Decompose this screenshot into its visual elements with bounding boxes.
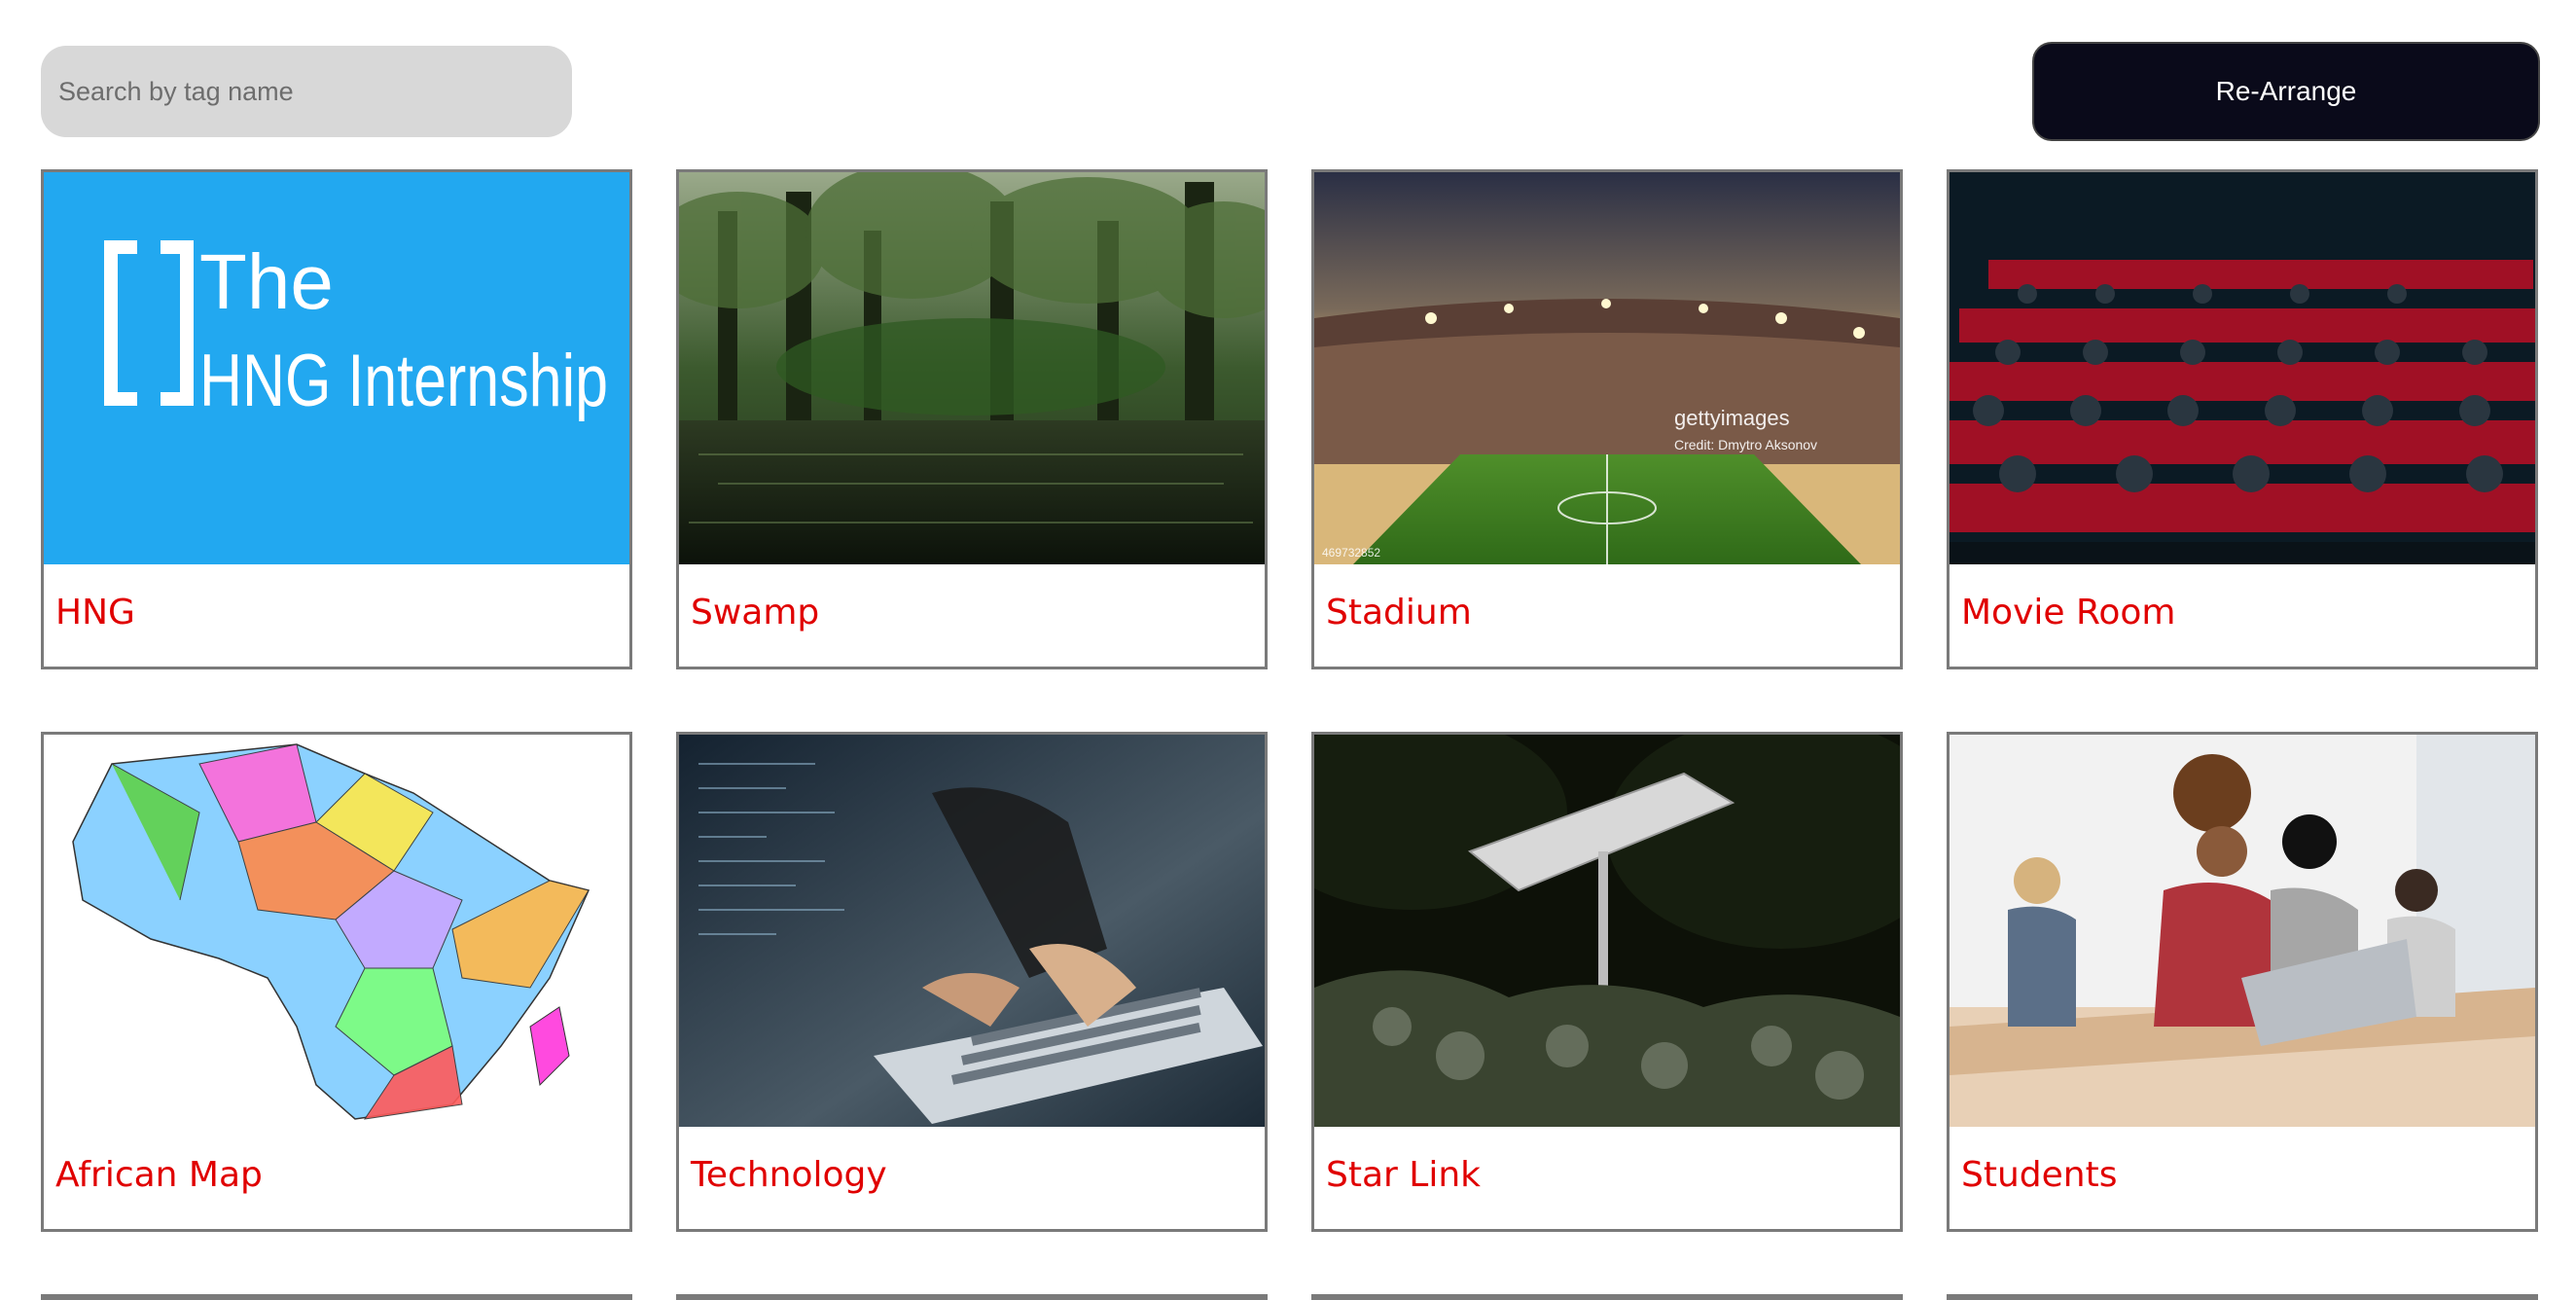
gallery-card[interactable]: gettyimages Credit: Dmytro Aksonov 46973… — [1311, 169, 1903, 669]
gallery-card[interactable] — [1947, 1294, 2538, 1300]
hng-logo-image: The HNG Internship — [44, 172, 629, 564]
gallery-card[interactable]: Star Link — [1311, 732, 1903, 1232]
african-map-image — [44, 735, 629, 1127]
movie-room-image — [1950, 172, 2535, 564]
card-label: Technology — [691, 1155, 887, 1195]
gallery-card[interactable]: Movie Room — [1947, 169, 2538, 669]
technology-image — [679, 735, 1265, 1127]
swamp-image — [679, 172, 1265, 564]
gallery-card[interactable]: African Map — [41, 732, 632, 1232]
card-label: Students — [1961, 1155, 2118, 1195]
gallery-card[interactable]: Technology — [676, 732, 1268, 1232]
watermark-brand: gettyimages — [1674, 406, 1790, 430]
gallery-page: Re-Arrange The HNG Internship HNG — [0, 0, 2576, 1300]
stadium-image: gettyimages Credit: Dmytro Aksonov 46973… — [1314, 172, 1900, 564]
star-link-image — [1314, 735, 1900, 1127]
card-label: Stadium — [1326, 593, 1472, 632]
gallery-card[interactable]: Students — [1947, 732, 2538, 1232]
students-image — [1950, 735, 2535, 1127]
card-label: Movie Room — [1961, 593, 2176, 632]
gallery-card[interactable] — [676, 1294, 1268, 1300]
gallery-card[interactable] — [1311, 1294, 1903, 1300]
card-label: HNG — [55, 593, 135, 632]
gallery-card[interactable]: The HNG Internship HNG — [41, 169, 632, 669]
card-label: Swamp — [691, 593, 820, 632]
gallery-card[interactable] — [41, 1294, 632, 1300]
hng-logo-line1: The — [199, 238, 334, 325]
watermark-id: 469732852 — [1322, 546, 1380, 560]
rearrange-button[interactable]: Re-Arrange — [2032, 42, 2540, 141]
gallery-card[interactable]: Swamp — [676, 169, 1268, 669]
card-label: Star Link — [1326, 1155, 1481, 1195]
card-label: African Map — [55, 1155, 263, 1195]
hng-logo-line2: HNG Internship — [199, 340, 608, 422]
search-input[interactable] — [41, 46, 572, 137]
watermark-credit: Credit: Dmytro Aksonov — [1674, 437, 1817, 452]
